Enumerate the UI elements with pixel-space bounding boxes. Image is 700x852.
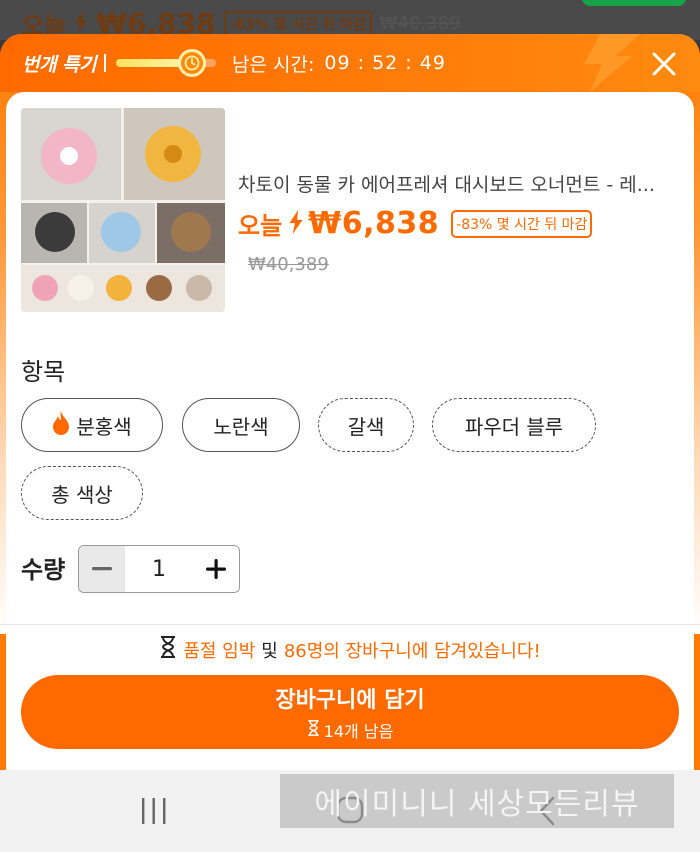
option-pink[interactable]: 분홍색 (21, 398, 163, 452)
notice-in-carts: 86명의 장바구니에 담겨있습니다! (283, 640, 541, 662)
option-yellow[interactable]: 노란색 (182, 398, 300, 452)
options-section-label: 항목 (21, 358, 66, 386)
lightning-bolt-icon (564, 34, 644, 96)
product-title: 차토이 동물 카 에어프레셔 대시보드 오너먼트 - 레... (238, 174, 655, 196)
stock-remaining-label: 14개 남음 (323, 722, 394, 741)
discount-badge: -83% 몇 시간 뒤 마감 (451, 209, 593, 238)
recent-apps-icon[interactable] (140, 798, 168, 828)
divider (0, 624, 700, 625)
notice-sold-out-soon: 품절 임박 (183, 640, 256, 662)
option-label: 노란색 (213, 414, 269, 439)
quantity-value[interactable]: 1 (125, 546, 193, 592)
flash-sale-header: 번개 특기 남은 시간: 09 : 52 : 49 (0, 34, 700, 92)
option-all-colors[interactable]: 총 색상 (21, 466, 143, 520)
background-original-price: ₩40,389 (379, 13, 461, 34)
product-image[interactable] (21, 108, 225, 312)
remaining-time-label: 남은 시간: (232, 53, 315, 76)
watermark: 에이미니니 세상모든리뷰 (280, 774, 674, 828)
remaining-time-value: 09 : 52 : 49 (324, 52, 446, 74)
original-price: ₩40,389 (248, 254, 329, 275)
notice-and: 및 (261, 640, 278, 662)
add-to-cart-button[interactable]: 장바구니에 담기 14개 남음 (21, 675, 679, 749)
plus-icon[interactable] (193, 546, 239, 592)
add-to-cart-label: 장바구니에 담기 (275, 688, 425, 713)
hourglass-icon (307, 720, 320, 740)
hourglass-icon (159, 636, 177, 663)
bolt-icon (74, 10, 88, 37)
stock-notice: 품절 임박 및 86명의 장바구니에 담겨있습니다! (0, 636, 700, 663)
sale-price: ₩6,838 (308, 206, 440, 241)
background-discount-badge: -83% 몇 시간 뒤 마감 (223, 10, 372, 37)
clock-icon (178, 49, 207, 77)
option-brown[interactable]: 갈색 (318, 398, 414, 452)
price-row: 오늘 ₩6,838 -83% 몇 시간 뒤 마감 (238, 206, 593, 241)
header-divider (104, 54, 107, 72)
option-label: 파우더 블루 (464, 414, 564, 439)
stock-remaining: 14개 남음 (307, 718, 394, 742)
today-label: 오늘 (238, 212, 283, 240)
bolt-icon (288, 209, 304, 238)
quantity-label: 수량 (21, 556, 66, 584)
quantity-stepper: 1 (78, 545, 240, 593)
background-green-button (582, 0, 686, 6)
close-icon[interactable] (650, 50, 678, 78)
flash-sale-title: 번개 특기 (22, 53, 97, 76)
product-option-sheet: 번개 특기 남은 시간: 09 : 52 : 49 차토이 동물 카 에어프레셔… (0, 34, 700, 852)
sheet-content: 차토이 동물 카 에어프레셔 대시보드 오너먼트 - 레... 오늘 ₩6,83… (0, 92, 700, 852)
timer-progress-bar (116, 49, 217, 77)
option-powder-blue[interactable]: 파우더 블루 (432, 398, 596, 452)
fire-icon (52, 410, 70, 440)
option-label: 총 색상 (51, 482, 113, 507)
option-label: 갈색 (347, 414, 385, 439)
option-label: 분홍색 (76, 414, 132, 439)
minus-icon[interactable] (79, 546, 125, 592)
